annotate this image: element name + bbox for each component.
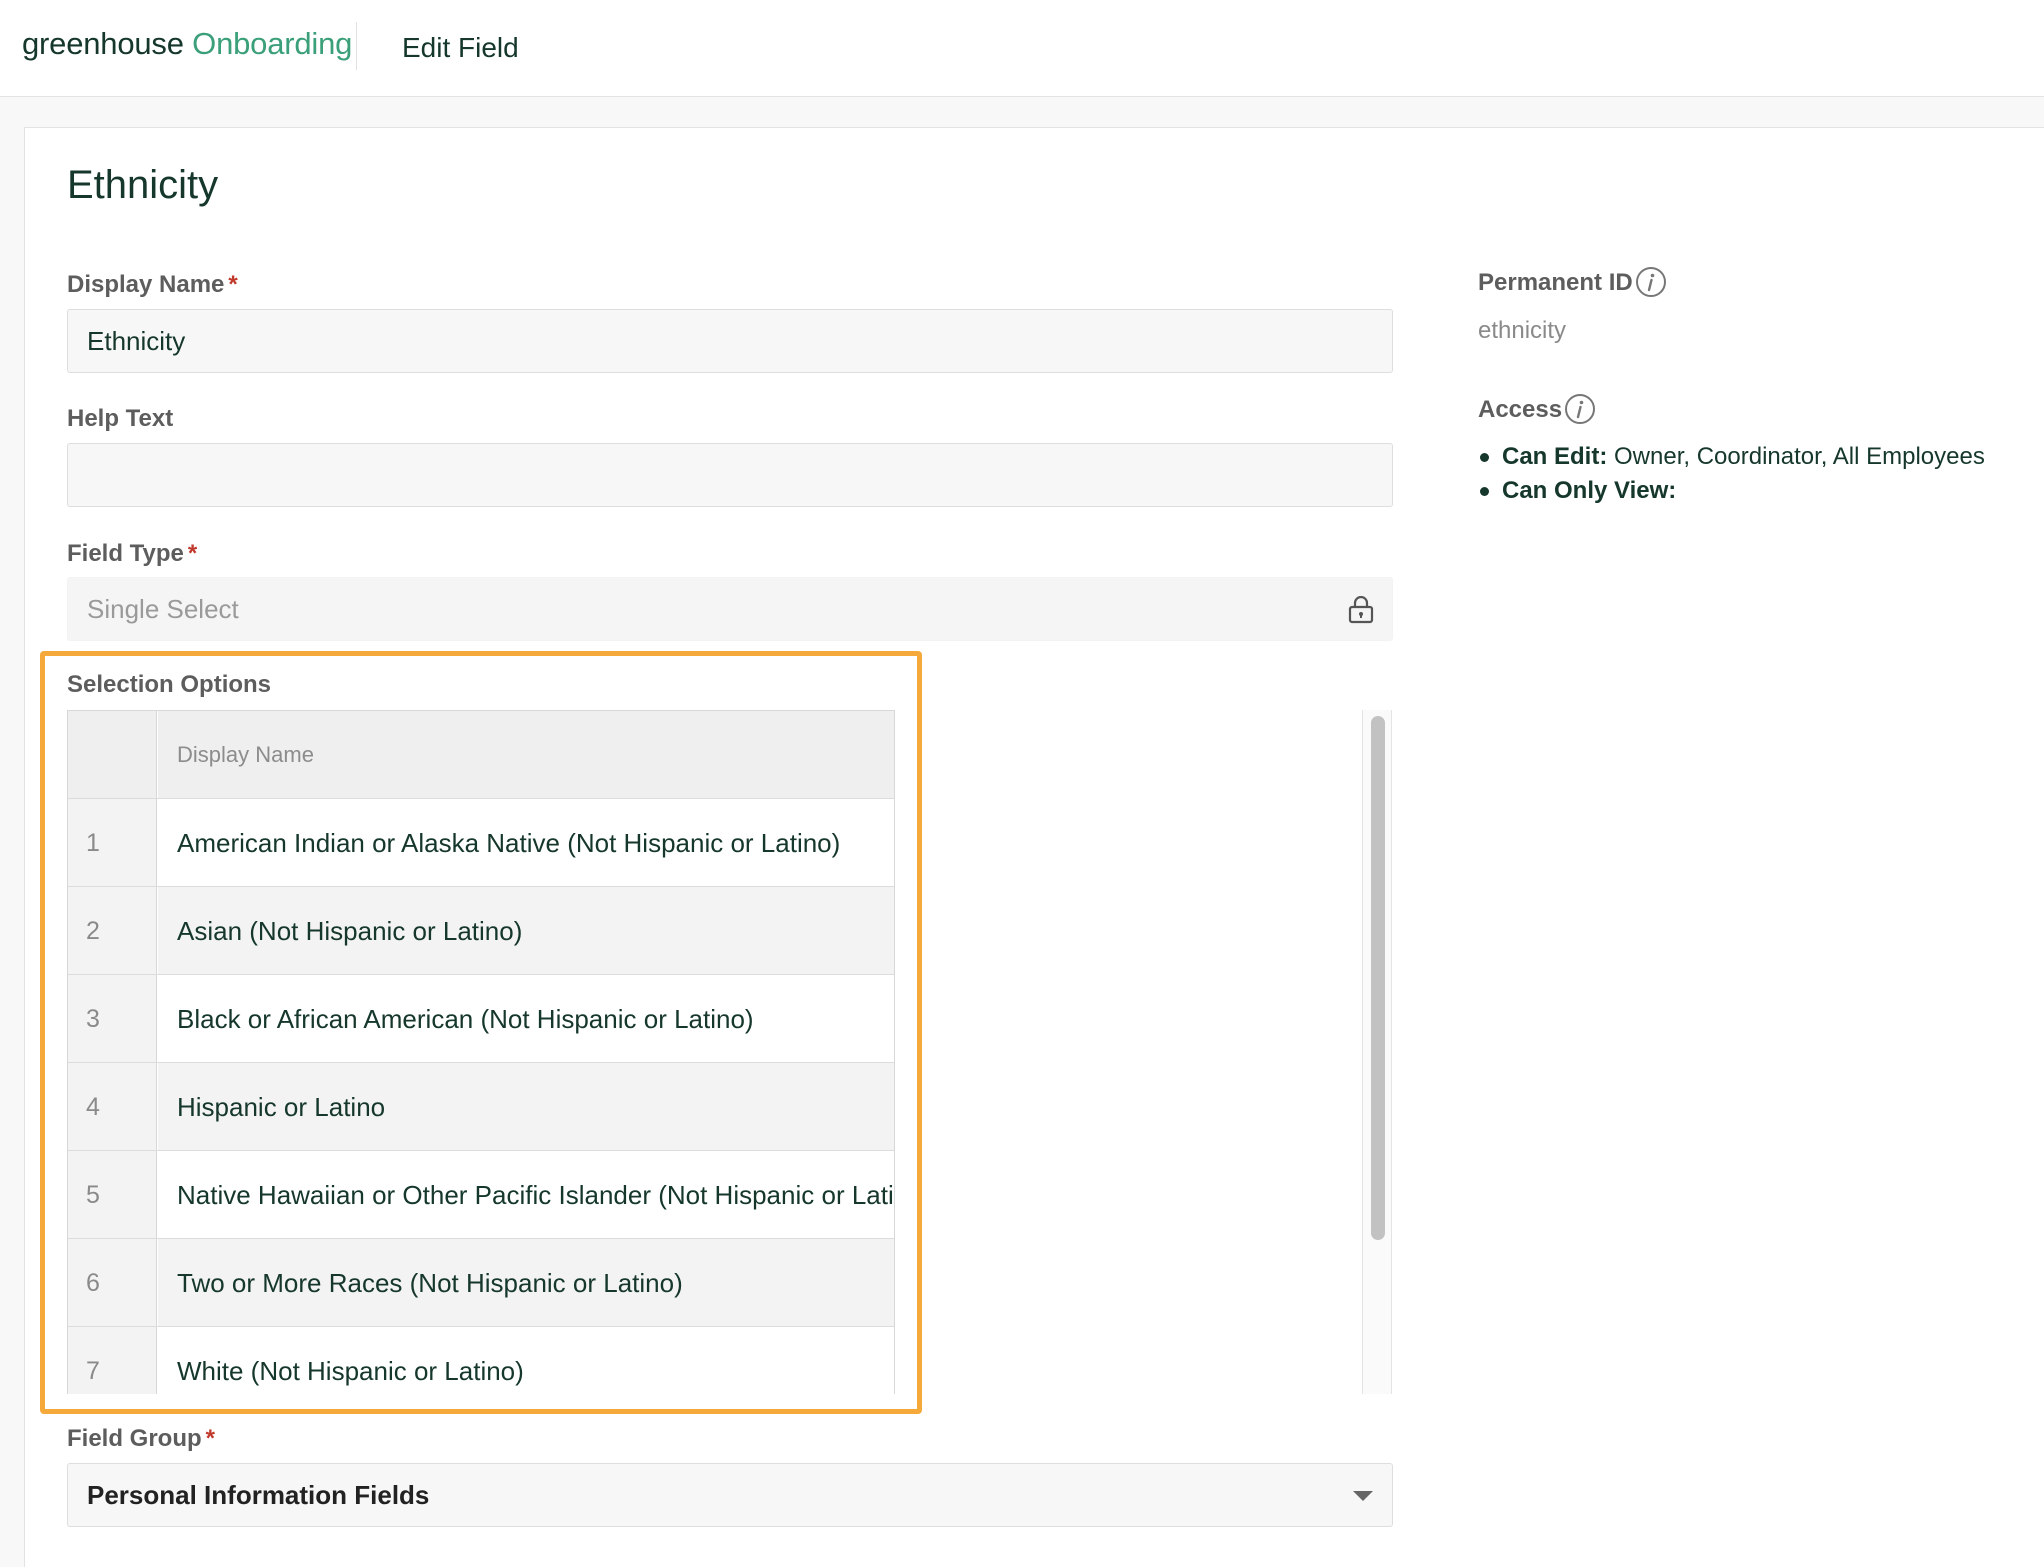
can-edit-label: Can Edit:: [1502, 443, 1608, 470]
info-icon[interactable]: [1635, 266, 1667, 298]
header-divider: [356, 22, 357, 70]
field-type-select: Single Select: [67, 577, 1393, 641]
selection-options-label: Selection Options: [67, 671, 272, 698]
row-index: 4: [68, 1063, 157, 1150]
row-index: 7: [68, 1327, 157, 1394]
required-marker: *: [187, 540, 198, 567]
required-marker: *: [205, 1425, 216, 1452]
table-row[interactable]: 6 Two or More Races (Not Hispanic or Lat…: [68, 1239, 894, 1327]
row-index: 3: [68, 975, 157, 1062]
help-text-input[interactable]: [67, 443, 1393, 507]
row-index: 5: [68, 1151, 157, 1238]
chevron-down-icon: [1353, 1491, 1373, 1501]
logo-text-accent: Onboarding: [192, 26, 353, 61]
access-label-text: Access: [1478, 396, 1563, 423]
can-edit-value: Owner, Coordinator, All Employees: [1614, 443, 1985, 470]
row-display-name[interactable]: Two or More Races (Not Hispanic or Latin…: [158, 1239, 894, 1326]
table-row[interactable]: 3 Black or African American (Not Hispani…: [68, 975, 894, 1063]
table-row[interactable]: 2 Asian (Not Hispanic or Latino): [68, 887, 894, 975]
required-marker: *: [228, 271, 238, 298]
display-name-input[interactable]: Ethnicity: [67, 309, 1393, 373]
row-index: 1: [68, 799, 157, 886]
row-display-name[interactable]: White (Not Hispanic or Latino): [158, 1327, 894, 1394]
table-header-display-name: Display Name: [158, 711, 894, 798]
app-header: greenhouse Onboarding Edit Field: [0, 0, 2044, 97]
field-type-value: Single Select: [87, 594, 239, 624]
access-label: Access: [1478, 393, 1596, 427]
row-index: 6: [68, 1239, 157, 1326]
permanent-id-value: ethnicity: [1478, 317, 1567, 344]
table-row[interactable]: 4 Hispanic or Latino: [68, 1063, 894, 1151]
selection-options-table: Display Name 1 American Indian or Alaska…: [67, 710, 895, 1394]
row-display-name[interactable]: Native Hawaiian or Other Pacific Islande…: [158, 1151, 894, 1238]
greenhouse-onboarding-logo[interactable]: greenhouse Onboarding: [22, 22, 352, 66]
field-group-label: Field Group *: [67, 1422, 215, 1456]
info-icon[interactable]: [1564, 393, 1596, 425]
access-can-view: Can Only View:: [1478, 474, 1985, 508]
access-list: Can Edit: Owner, Coordinator, All Employ…: [1478, 440, 1985, 508]
field-group-label-text: Field Group: [67, 1425, 202, 1452]
field-type-label: Field Type *: [67, 537, 197, 571]
help-text-label: Help Text: [67, 405, 174, 432]
options-scrollbar[interactable]: [1362, 710, 1392, 1394]
permanent-id-label: Permanent ID: [1478, 266, 1667, 300]
header-title: Edit Field: [402, 32, 519, 63]
permanent-id-label-text: Permanent ID: [1478, 269, 1633, 296]
table-row[interactable]: 5 Native Hawaiian or Other Pacific Islan…: [68, 1151, 894, 1239]
lock-icon: [1348, 596, 1374, 624]
field-type-label-text: Field Type: [67, 540, 184, 567]
table-row[interactable]: 7 White (Not Hispanic or Latino): [68, 1327, 894, 1394]
table-header-index: [68, 711, 157, 798]
row-display-name[interactable]: Black or African American (Not Hispanic …: [158, 975, 894, 1062]
can-view-label: Can Only View:: [1502, 477, 1677, 504]
row-index: 2: [68, 887, 157, 974]
page-title: Ethnicity: [67, 163, 219, 207]
row-display-name[interactable]: Hispanic or Latino: [158, 1063, 894, 1150]
display-name-label: Display Name *: [67, 268, 238, 302]
row-display-name[interactable]: American Indian or Alaska Native (Not Hi…: [158, 799, 894, 886]
row-display-name[interactable]: Asian (Not Hispanic or Latino): [158, 887, 894, 974]
access-can-edit: Can Edit: Owner, Coordinator, All Employ…: [1478, 440, 1985, 474]
field-group-select[interactable]: Personal Information Fields: [67, 1463, 1393, 1527]
table-row[interactable]: 1 American Indian or Alaska Native (Not …: [68, 799, 894, 887]
table-header-row: Display Name: [68, 711, 894, 799]
options-scrollbar-thumb[interactable]: [1371, 716, 1385, 1240]
field-group-value: Personal Information Fields: [87, 1480, 430, 1510]
logo-text-main: greenhouse: [22, 26, 184, 61]
display-name-label-text: Display Name: [67, 271, 225, 298]
